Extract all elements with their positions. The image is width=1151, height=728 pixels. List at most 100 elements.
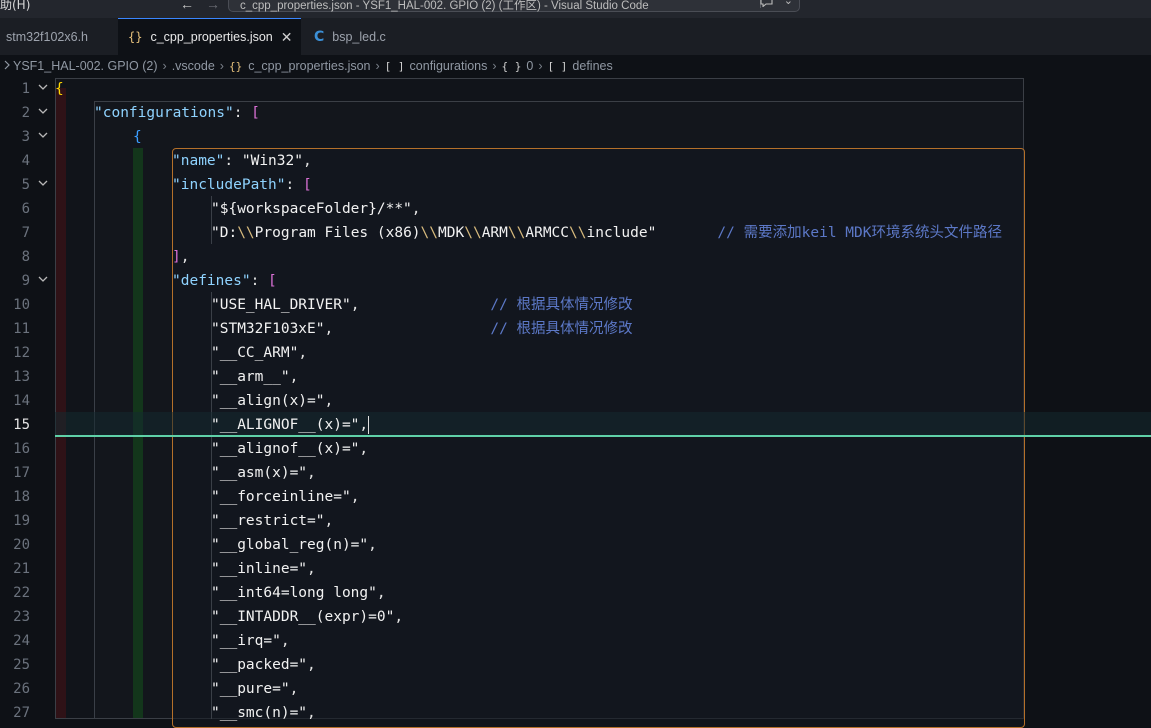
code-token: , bbox=[280, 633, 290, 649]
code-token: "__INTADDR__(expr)=0" bbox=[211, 609, 395, 625]
code-token: ARMCC bbox=[525, 225, 570, 241]
line-number: 2 bbox=[21, 105, 30, 121]
code-token: , bbox=[307, 465, 316, 481]
code-token: : bbox=[224, 153, 242, 169]
tab-bar: stm32f102x6.h {} c_cpp_properties.json ✕… bbox=[0, 18, 1151, 55]
breadcrumb-configurations[interactable]: [ ] configurations bbox=[385, 59, 488, 73]
code-token: [ bbox=[268, 273, 277, 289]
tab-stm32f102x6[interactable]: stm32f102x6.h bbox=[0, 18, 113, 55]
line-number: 22 bbox=[13, 585, 30, 601]
breadcrumb: YSF1_HAL-002. GPIO (2) › .vscode › {} c_… bbox=[0, 55, 1151, 77]
line-number: 14 bbox=[13, 393, 30, 409]
code-token: \\ bbox=[420, 225, 439, 241]
code-token: "Win32" bbox=[241, 153, 303, 169]
command-center[interactable]: c_cpp_properties.json - YSF1_HAL-002. GP… bbox=[228, 0, 800, 12]
tab-c-cpp-properties[interactable]: {} c_cpp_properties.json ✕ bbox=[118, 18, 301, 55]
forward-arrow-icon[interactable]: → bbox=[206, 0, 220, 12]
fold-chevron-icon[interactable] bbox=[38, 269, 48, 293]
code-token: "__align(x)=" bbox=[211, 393, 325, 409]
line-number: 25 bbox=[13, 657, 30, 673]
fold-chevron-icon[interactable] bbox=[38, 101, 48, 125]
code-token: "__global_reg(n)=" bbox=[211, 537, 369, 553]
line-number: 19 bbox=[13, 513, 30, 529]
fold-chevron-icon[interactable] bbox=[38, 77, 48, 101]
breadcrumb-label: 0 bbox=[526, 59, 534, 73]
code-token: "USE_HAL_DRIVER" bbox=[211, 297, 351, 313]
breadcrumb-workspace[interactable]: YSF1_HAL-002. GPIO (2) bbox=[4, 59, 158, 74]
line-number: 23 bbox=[13, 609, 30, 625]
line-number: 9 bbox=[21, 273, 30, 289]
code-token: "__forceinline=" bbox=[211, 489, 351, 505]
breadcrumb-label: YSF1_HAL-002. GPIO (2) bbox=[13, 59, 158, 73]
window-title: c_cpp_properties.json - YSF1_HAL-002. GP… bbox=[240, 0, 649, 12]
line-number: 26 bbox=[13, 681, 30, 697]
code-token: \\ bbox=[237, 225, 255, 241]
breadcrumb-label: .vscode bbox=[171, 59, 215, 73]
code-token: "__inline=" bbox=[211, 561, 308, 577]
code-token: , bbox=[298, 345, 308, 361]
code-token: "__restrict=" bbox=[211, 513, 325, 529]
breadcrumb-file[interactable]: {} c_cpp_properties.json bbox=[229, 59, 371, 73]
code-token: "__alignof__(x)=" bbox=[211, 441, 360, 457]
breadcrumb-separator: › bbox=[162, 59, 167, 73]
code-token: , bbox=[307, 561, 316, 577]
code-token: , bbox=[289, 369, 299, 385]
line-number: 1 bbox=[21, 81, 30, 97]
code-comment: // 根据具体情况修改 bbox=[359, 297, 633, 313]
folder-icon bbox=[4, 59, 10, 74]
breadcrumb-separator: › bbox=[375, 59, 380, 73]
code-token: ARM bbox=[481, 225, 508, 241]
code-token: "D: bbox=[211, 225, 238, 241]
code-token: "STM32F103xE" bbox=[211, 321, 325, 337]
code-token: [ bbox=[251, 105, 260, 121]
breadcrumb-defines[interactable]: [ ] defines bbox=[548, 59, 613, 73]
tab-label: stm32f102x6.h bbox=[6, 29, 88, 44]
code-token: \\ bbox=[507, 225, 526, 241]
chevron-down-icon[interactable]: ⌄ bbox=[784, 0, 793, 7]
code-token: ] bbox=[172, 249, 181, 265]
code-token: "__CC_ARM" bbox=[211, 345, 299, 361]
line-number: 10 bbox=[13, 297, 30, 313]
breadcrumb-separator: › bbox=[492, 59, 497, 73]
code-token: include" bbox=[586, 225, 657, 241]
breadcrumb-label: configurations bbox=[409, 59, 488, 73]
code-comment: // 需要添加keil MDK环境系统头文件路径 bbox=[656, 225, 1002, 241]
c-file-icon: C bbox=[314, 28, 325, 45]
close-icon[interactable]: ✕ bbox=[281, 29, 293, 46]
code-token: , bbox=[289, 681, 299, 697]
code-token: "${workspaceFolder}/**" bbox=[211, 201, 412, 217]
code-token: "__irq=" bbox=[211, 633, 281, 649]
title-bar: 助(H) ← → c_cpp_properties.json - YSF1_HA… bbox=[0, 0, 1151, 18]
fold-chevron-icon[interactable] bbox=[38, 125, 48, 149]
code-token: "defines" bbox=[172, 273, 251, 289]
breadcrumb-label: c_cpp_properties.json bbox=[248, 59, 371, 73]
code-token: , bbox=[324, 513, 334, 529]
code-token: Program Files (x86) bbox=[254, 225, 421, 241]
array-icon: [ ] bbox=[547, 59, 568, 73]
code-token: "includePath" bbox=[172, 177, 286, 193]
code-token: , bbox=[350, 489, 360, 505]
line-number: 12 bbox=[13, 345, 30, 361]
code-token: , bbox=[302, 153, 312, 169]
breadcrumb-vscode[interactable]: .vscode bbox=[172, 59, 215, 73]
text-cursor bbox=[368, 416, 370, 434]
code-token: MDK bbox=[438, 225, 465, 241]
line-number: 13 bbox=[13, 369, 30, 385]
chat-bubble-icon[interactable] bbox=[760, 0, 773, 10]
line-number: 8 bbox=[21, 249, 30, 265]
code-token: , bbox=[180, 249, 190, 265]
back-arrow-icon[interactable]: ← bbox=[180, 0, 194, 12]
tab-bsp-led[interactable]: C bsp_led.c bbox=[304, 18, 422, 55]
code-token: , bbox=[359, 441, 369, 457]
breadcrumb-index[interactable]: { } 0 bbox=[502, 59, 534, 73]
fold-chevron-icon[interactable] bbox=[38, 173, 48, 197]
menu-help[interactable]: 助(H) bbox=[0, 0, 30, 13]
line-number: 27 bbox=[13, 705, 30, 721]
code-editor[interactable]: 1 2 3 4 5 6 7 8 9 10 11 12 13 14 15 16 17 18 19 20 21 22 23 24 2… bbox=[0, 77, 1151, 728]
breadcrumb-label: defines bbox=[572, 59, 613, 73]
code-token: : bbox=[250, 273, 269, 289]
json-file-icon: {} bbox=[228, 59, 243, 73]
code-token: , bbox=[411, 201, 421, 217]
code-token: , bbox=[394, 609, 404, 625]
code-comment: // 根据具体情况修改 bbox=[333, 321, 633, 337]
